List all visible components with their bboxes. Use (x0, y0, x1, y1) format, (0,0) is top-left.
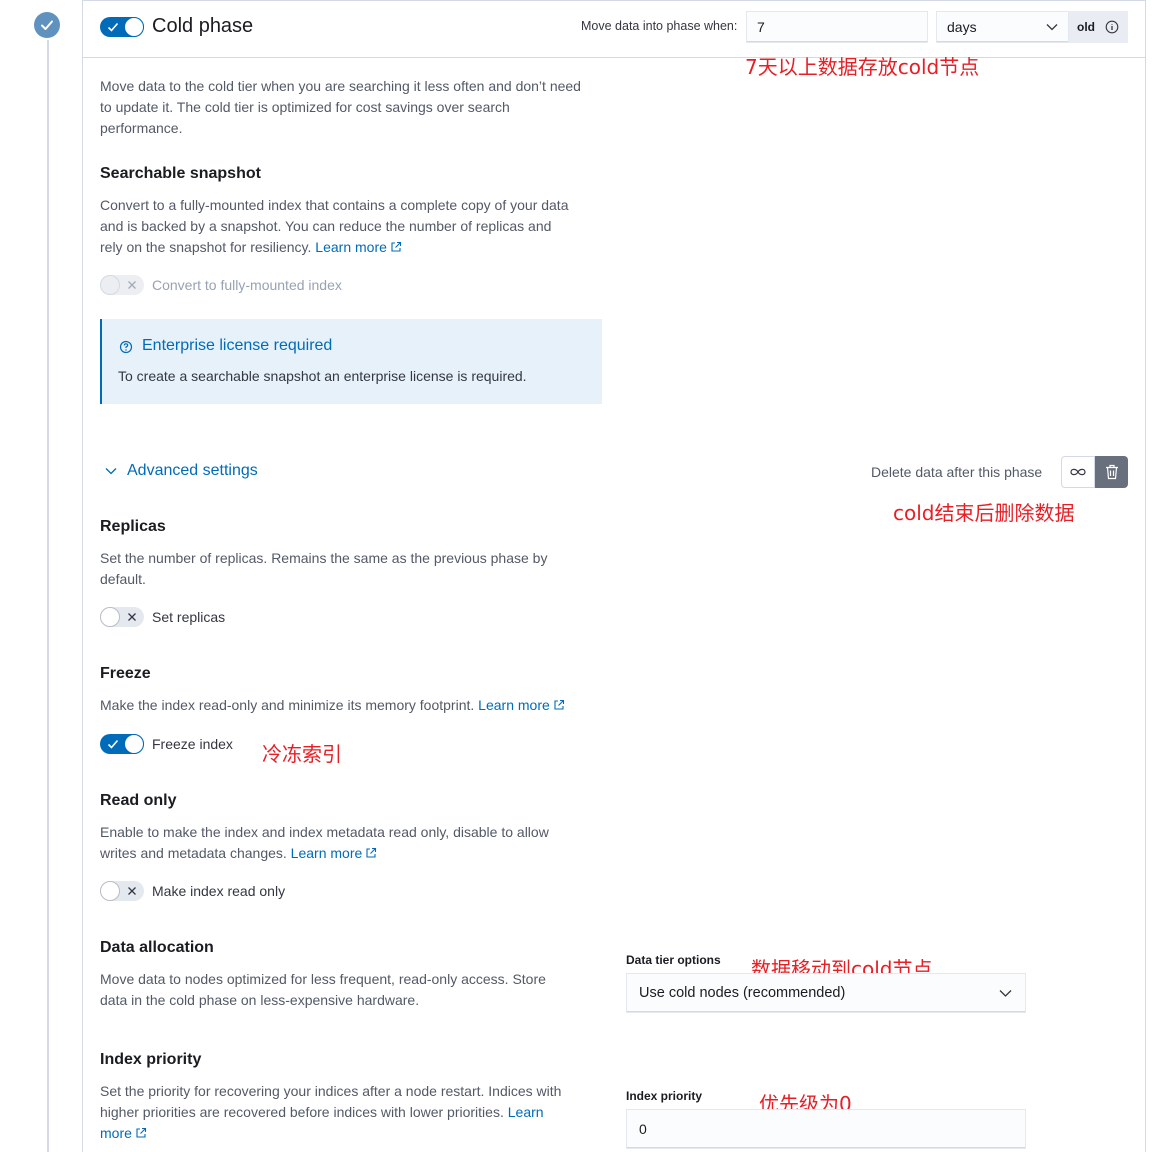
convert-toggle-label: Convert to fully-mounted index (152, 277, 342, 293)
move-append: old (1069, 11, 1128, 43)
trash-icon (1105, 464, 1118, 480)
check-icon (105, 736, 121, 752)
description-line: performance. (100, 120, 183, 136)
description-line: Make the index read-only and minimize it… (100, 697, 479, 713)
freeze-index-label: Freeze index (152, 736, 233, 752)
index-priority-description: Set the priority for recovering your ind… (100, 1081, 620, 1144)
annotation-delete: cold结束后删除数据 (893, 501, 1075, 525)
move-unit-value: days (947, 19, 977, 35)
delete-after-phase-button[interactable] (1095, 456, 1128, 488)
external-link-icon (554, 699, 564, 710)
replicas-description: Set the number of replicas. Remains the … (100, 548, 620, 590)
description-line: Move data to the cold tier when you are … (100, 78, 581, 94)
set-replicas-label: Set replicas (152, 609, 226, 625)
data-tier-value: Use cold nodes (recommended) (639, 985, 846, 1001)
external-link-icon (366, 847, 377, 858)
index-priority-field-label: Index priority (626, 1089, 703, 1103)
enterprise-license-callout: Enterprise license required To create a … (100, 319, 602, 404)
description-line: and is backed by a snapshot. You can red… (100, 218, 552, 234)
append-text: old (1077, 20, 1095, 34)
check-icon (105, 19, 121, 35)
chevron-down-icon (105, 468, 117, 475)
help-circle-icon (119, 340, 133, 354)
description-line: default. (100, 571, 146, 587)
chevron-down-icon (999, 990, 1012, 997)
cross-icon (124, 277, 140, 293)
data-allocation-heading: Data allocation (100, 939, 214, 956)
annotation-freeze: 冷冻索引 (262, 742, 342, 766)
read-only-heading: Read only (100, 792, 177, 809)
read-only-label: Make index read only (152, 883, 286, 899)
description-line: Enable to make the index and index metad… (100, 824, 549, 840)
searchable-snapshot-description: Convert to a fully-mounted index that co… (100, 195, 620, 258)
cross-icon (124, 609, 140, 625)
delete-data-label: Delete data after this phase (871, 464, 1043, 480)
cross-icon (124, 883, 140, 899)
description-line: rely on the snapshot for resiliency. (100, 239, 316, 255)
phase-title: Cold phase (152, 15, 254, 37)
freeze-heading: Freeze (100, 665, 151, 682)
convert-fully-mounted-toggle[interactable] (100, 275, 144, 295)
external-link-icon (136, 1127, 146, 1138)
phase-description: Move data to the cold tier when you are … (100, 76, 640, 139)
move-after-input[interactable]: 7 (746, 11, 928, 43)
move-unit-select[interactable]: days (936, 11, 1069, 43)
description-line: data in the cold phase on less-expensive… (100, 992, 420, 1008)
data-allocation-description: Move data to nodes optimized for less fr… (100, 969, 620, 1011)
freeze-description: Make the index read-only and minimize it… (100, 695, 640, 716)
index-priority-input[interactable]: 0 (626, 1109, 1026, 1149)
index-priority-heading: Index priority (100, 1051, 202, 1068)
data-tier-select[interactable]: Use cold nodes (recommended) (626, 973, 1026, 1013)
phase-complete-check-icon (34, 12, 60, 38)
info-icon[interactable] (1105, 20, 1119, 34)
advanced-settings-label: Advanced settings (127, 462, 258, 479)
read-only-toggle[interactable] (100, 881, 144, 901)
annotation-move: 7天以上数据存放cold节点 (745, 55, 980, 79)
description-line: Set the number of replicas. Remains the … (100, 550, 548, 566)
description-line: Move data to nodes optimized for less fr… (100, 971, 546, 987)
description-line: Set the priority for recovering your ind… (100, 1083, 562, 1099)
description-line: writes and metadata changes. (100, 845, 291, 861)
learn-more-link[interactable]: Learn (508, 1104, 544, 1120)
set-replicas-toggle[interactable] (100, 607, 144, 627)
advanced-settings-toggle[interactable]: Advanced settings (104, 462, 258, 480)
cold-phase-toggle[interactable] (100, 17, 144, 37)
learn-more-link[interactable]: Learn more (478, 697, 550, 713)
external-link-icon (391, 241, 401, 252)
move-data-label: Move data into phase when: (581, 19, 738, 33)
replicas-heading: Replicas (100, 518, 166, 535)
learn-more-link[interactable]: Learn more (291, 845, 363, 861)
data-tier-options-label: Data tier options (626, 953, 721, 967)
move-after-value: 7 (757, 19, 765, 35)
learn-more-link[interactable]: Learn more (315, 239, 387, 255)
callout-body: To create a searchable snapshot an enter… (118, 368, 527, 384)
timeline-line (47, 40, 49, 1152)
callout-title: Enterprise license required (142, 337, 333, 354)
searchable-snapshot-heading: Searchable snapshot (100, 165, 261, 182)
infinity-icon (1070, 468, 1086, 476)
description-line: higher priorities are recovered before i… (100, 1104, 508, 1120)
index-priority-value: 0 (639, 1121, 647, 1137)
description-line: to update it. The cold tier is optimized… (100, 99, 510, 115)
freeze-index-toggle[interactable] (100, 734, 144, 754)
keep-forever-button[interactable] (1061, 456, 1095, 488)
learn-more-link[interactable]: more (100, 1125, 132, 1141)
read-only-description: Enable to make the index and index metad… (100, 822, 620, 864)
chevron-down-icon (1046, 24, 1058, 31)
description-line: Convert to a fully-mounted index that co… (100, 197, 569, 213)
